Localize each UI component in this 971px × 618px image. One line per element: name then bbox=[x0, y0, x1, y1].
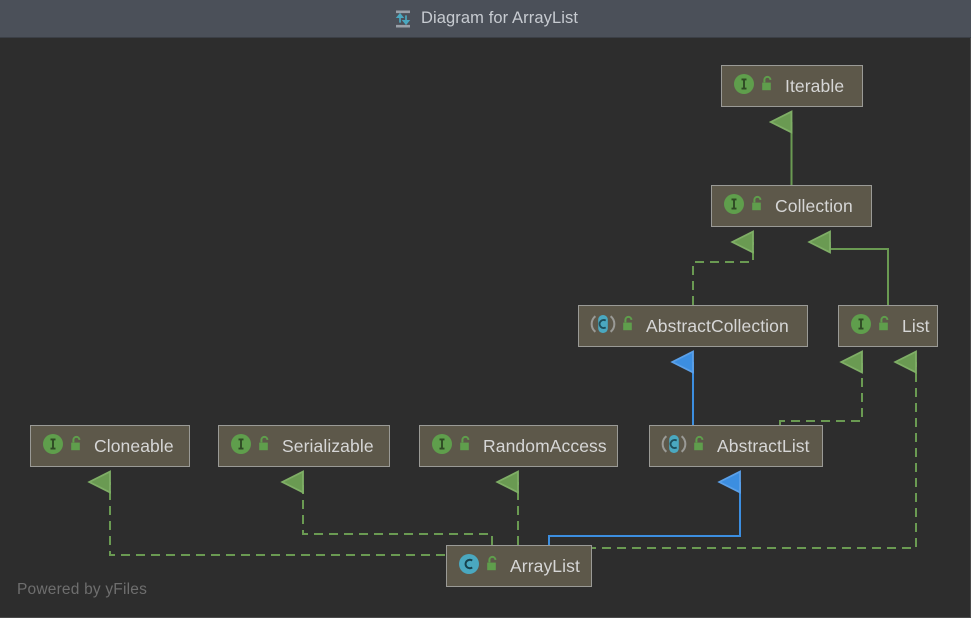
uml-node-label: ArrayList bbox=[510, 556, 580, 577]
unlocked-padlock-icon bbox=[257, 435, 273, 457]
interface-badge-icon bbox=[230, 433, 252, 460]
titlebar-content: Diagram for ArrayList bbox=[393, 9, 578, 29]
diagram-window: Diagram for ArrayList bbox=[0, 0, 971, 618]
uml-node-label: List bbox=[902, 316, 930, 337]
unlocked-padlock-icon bbox=[760, 75, 776, 97]
interface-badge-icon bbox=[431, 433, 453, 460]
yfiles-watermark: Powered by yFiles bbox=[17, 581, 147, 599]
unlocked-padlock-icon bbox=[458, 435, 474, 457]
edge-arraylist-cloneable bbox=[110, 482, 465, 555]
window-title: Diagram for ArrayList bbox=[421, 9, 578, 28]
uml-node-label: Serializable bbox=[282, 436, 374, 457]
interface-badge-icon bbox=[733, 73, 755, 100]
edge-list-collection bbox=[830, 242, 888, 305]
uml-node-serializable[interactable]: Serializable bbox=[218, 425, 390, 467]
uml-node-iterable[interactable]: Iterable bbox=[721, 65, 863, 107]
uml-node-cloneable[interactable]: Cloneable bbox=[30, 425, 190, 467]
interface-badge-icon bbox=[42, 433, 64, 460]
uml-node-label: Iterable bbox=[785, 76, 844, 97]
unlocked-padlock-icon bbox=[69, 435, 85, 457]
uml-node-label: AbstractCollection bbox=[646, 316, 789, 337]
interface-badge-icon bbox=[723, 193, 745, 220]
edge-arraylist-serializable bbox=[303, 482, 492, 545]
diagram-hierarchy-icon bbox=[393, 9, 413, 29]
window-titlebar: Diagram for ArrayList bbox=[0, 0, 971, 38]
uml-node-arraylist[interactable]: ArrayList bbox=[446, 545, 592, 587]
unlocked-padlock-icon bbox=[485, 555, 501, 577]
class-badge-icon bbox=[458, 553, 480, 580]
uml-node-label: Cloneable bbox=[94, 436, 174, 457]
uml-node-label: RandomAccess bbox=[483, 436, 607, 457]
uml-node-collection[interactable]: Collection bbox=[711, 185, 872, 227]
uml-node-label: Collection bbox=[775, 196, 853, 217]
unlocked-padlock-icon bbox=[692, 435, 708, 457]
edge-layer bbox=[0, 38, 971, 618]
uml-node-abstractlist[interactable]: AbstractList bbox=[649, 425, 823, 467]
interface-badge-icon bbox=[850, 313, 872, 340]
edge-abstractlist-list bbox=[780, 362, 862, 425]
uml-node-list[interactable]: List bbox=[838, 305, 938, 347]
abstract-class-badge-icon bbox=[590, 313, 616, 340]
uml-node-label: AbstractList bbox=[717, 436, 810, 457]
uml-node-randomaccess[interactable]: RandomAccess bbox=[419, 425, 618, 467]
unlocked-padlock-icon bbox=[750, 195, 766, 217]
unlocked-padlock-icon bbox=[877, 315, 893, 337]
uml-node-abstractcollection[interactable]: AbstractCollection bbox=[578, 305, 808, 347]
edge-arraylist-abstractlist bbox=[549, 482, 740, 545]
unlocked-padlock-icon bbox=[621, 315, 637, 337]
diagram-canvas[interactable]: Iterable Collection bbox=[0, 38, 971, 618]
abstract-class-badge-icon bbox=[661, 433, 687, 460]
edge-abstractcollection-collection bbox=[693, 242, 753, 305]
